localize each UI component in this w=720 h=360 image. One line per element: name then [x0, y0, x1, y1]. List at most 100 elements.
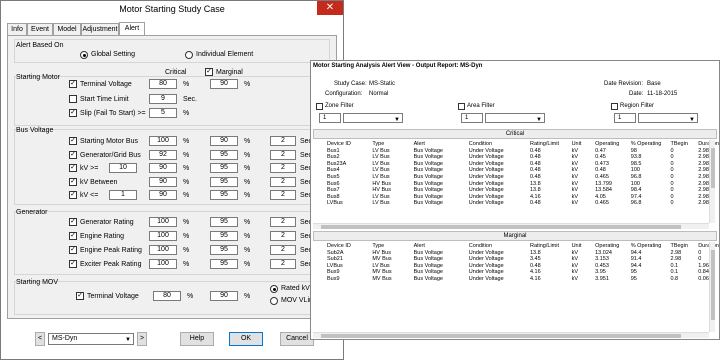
table-row[interactable]: Sub21 MV Bus Bus Voltage Under Voltage 3.45 k…	[327, 256, 719, 263]
bus-row-checkbox[interactable]: ✓	[69, 164, 77, 172]
region-filter-spinner[interactable]: 1	[614, 113, 636, 123]
mov-vlimit-radio[interactable]	[270, 297, 278, 305]
table-row[interactable]: Sub2A HV Bus Bus Voltage Under Voltage 13.8 k…	[327, 250, 719, 257]
table-row[interactable]: LVBus LV Bus Bus Voltage Under Voltage 0.48 k…	[327, 263, 719, 270]
generator-marginal-input[interactable]: 95	[210, 231, 238, 241]
table-row[interactable]: Bus6 HV Bus Bus Voltage Under Voltage 13.8 kV…	[327, 181, 719, 188]
area-filter-spinner[interactable]: 1	[461, 113, 483, 123]
slip-checkbox[interactable]: ✓	[69, 109, 77, 117]
tab-model[interactable]: Model	[53, 23, 81, 35]
column-header[interactable]: Type	[372, 243, 413, 250]
generator-critical-input[interactable]: 100	[149, 217, 177, 227]
table-row[interactable]: Bus8 LV Bus Bus Voltage Under Voltage 4.16 kV…	[327, 194, 719, 201]
tab-info[interactable]: Info	[7, 23, 27, 35]
column-header[interactable]: Condition	[469, 141, 530, 148]
terminal-voltage-checkbox[interactable]: ✓	[69, 80, 77, 88]
table-row[interactable]: Bus4 LV Bus Bus Voltage Under Voltage 0.48 kV…	[327, 167, 719, 174]
table-row[interactable]: LVBus LV Bus Bus Voltage Under Voltage 0.48 k…	[327, 200, 719, 207]
generator-marginal-input[interactable]: 95	[210, 259, 238, 269]
bus-sec-input[interactable]: 2	[270, 177, 296, 187]
prev-case-button[interactable]: <	[35, 332, 45, 346]
individual-element-radio[interactable]	[185, 51, 193, 59]
column-header[interactable]: Operating	[595, 243, 631, 250]
column-header[interactable]: Unit	[572, 141, 596, 148]
tab-alert[interactable]: Alert	[119, 22, 145, 35]
critical-vertical-scrollbar[interactable]	[709, 140, 715, 223]
generator-sec-input[interactable]: 2	[270, 231, 296, 241]
column-header[interactable]: Alert	[414, 243, 469, 250]
bus-sec-input[interactable]: 2	[270, 136, 296, 146]
generator-sec-input[interactable]: 2	[270, 259, 296, 269]
area-filter-checkbox[interactable]	[458, 103, 465, 110]
column-header[interactable]: Alert	[414, 141, 469, 148]
region-filter-checkbox[interactable]	[611, 103, 618, 110]
column-header[interactable]: TBegin	[670, 141, 698, 148]
bus-critical-input[interactable]: 92	[149, 150, 177, 160]
slip-input[interactable]: 5	[149, 108, 177, 118]
table-row[interactable]: Bus23A LV Bus Bus Voltage Under Voltage 0.48…	[327, 161, 719, 168]
bus-kv-input[interactable]: 1	[109, 190, 137, 200]
generator-row-checkbox[interactable]: ✓	[69, 232, 77, 240]
table-row[interactable]: Bus5 LV Bus Bus Voltage Under Voltage 0.48 kV…	[327, 174, 719, 181]
critical-horizontal-scrollbar[interactable]	[313, 223, 709, 229]
bus-sec-input[interactable]: 2	[270, 150, 296, 160]
tab-adjustment[interactable]: Adjustment	[81, 23, 119, 35]
column-header[interactable]: TBegin	[670, 243, 698, 250]
mov-critical-input[interactable]: 80	[153, 291, 181, 301]
table-row[interactable]: Bus9 MV Bus Bus Voltage Under Voltage 4.16 kV…	[327, 276, 719, 283]
column-header[interactable]: Device ID	[327, 243, 372, 250]
bus-marginal-input[interactable]: 95	[210, 150, 238, 160]
marginal-horizontal-scrollbar[interactable]	[313, 332, 709, 338]
generator-critical-input[interactable]: 100	[149, 245, 177, 255]
region-filter-select[interactable]: ▼	[638, 113, 698, 123]
terminal-voltage-critical-input[interactable]: 80	[149, 79, 177, 89]
column-header[interactable]: Rating/Limit	[530, 243, 572, 250]
bus-critical-input[interactable]: 90	[149, 190, 177, 200]
generator-marginal-input[interactable]: 95	[210, 245, 238, 255]
zone-filter-spinner[interactable]: 1	[319, 113, 341, 123]
bus-critical-input[interactable]: 90	[149, 177, 177, 187]
column-header[interactable]: Rating/Limit	[530, 141, 572, 148]
generator-critical-input[interactable]: 100	[149, 259, 177, 269]
table-row[interactable]: Bus1 LV Bus Bus Voltage Under Voltage 0.48 kV…	[327, 148, 719, 155]
table-row[interactable]: Bus9 MV Bus Bus Voltage Under Voltage 4.16 kV…	[327, 269, 719, 276]
start-time-limit-input[interactable]: 9	[149, 94, 177, 104]
generator-sec-input[interactable]: 2	[270, 217, 296, 227]
tab-event[interactable]: Event	[27, 23, 53, 35]
marginal-checkbox[interactable]: ✓	[205, 68, 213, 76]
bus-row-checkbox[interactable]: ✓	[69, 137, 77, 145]
generator-row-checkbox[interactable]: ✓	[69, 260, 77, 268]
generator-row-checkbox[interactable]: ✓	[69, 246, 77, 254]
table-row[interactable]: Bus7 HV Bus Bus Voltage Under Voltage 13.8 kV…	[327, 187, 719, 194]
bus-row-checkbox[interactable]: ✓	[69, 191, 77, 199]
bus-kv-input[interactable]: 10	[109, 163, 137, 173]
column-header[interactable]: % Operating	[631, 141, 671, 148]
mov-terminal-voltage-checkbox[interactable]: ✓	[76, 292, 84, 300]
cancel-button[interactable]: Cancel	[280, 332, 314, 346]
bus-critical-input[interactable]: 90	[149, 163, 177, 173]
column-header[interactable]: Condition	[469, 243, 530, 250]
rated-kv-radio[interactable]	[270, 285, 278, 293]
area-filter-select[interactable]: ▼	[485, 113, 545, 123]
study-case-select[interactable]: MS-Dyn ▼	[48, 333, 134, 345]
bus-row-checkbox[interactable]: ✓	[69, 178, 77, 186]
global-setting-radio[interactable]	[80, 51, 88, 59]
bus-marginal-input[interactable]: 95	[210, 177, 238, 187]
marginal-vertical-scrollbar[interactable]	[709, 242, 715, 332]
ok-button[interactable]: OK	[229, 332, 263, 346]
generator-critical-input[interactable]: 100	[149, 231, 177, 241]
terminal-voltage-marginal-input[interactable]: 90	[210, 79, 238, 89]
help-button[interactable]: Help	[180, 332, 214, 346]
column-header[interactable]: Operating	[595, 141, 631, 148]
zone-filter-checkbox[interactable]	[316, 103, 323, 110]
mov-marginal-input[interactable]: 90	[210, 291, 238, 301]
next-case-button[interactable]: >	[137, 332, 147, 346]
bus-sec-input[interactable]: 2	[270, 163, 296, 173]
zone-filter-select[interactable]: ▼	[343, 113, 403, 123]
start-time-limit-checkbox[interactable]	[69, 95, 77, 103]
bus-marginal-input[interactable]: 95	[210, 190, 238, 200]
bus-sec-input[interactable]: 2	[270, 190, 296, 200]
column-header[interactable]: Unit	[572, 243, 596, 250]
column-header[interactable]: Device ID	[327, 141, 372, 148]
generator-marginal-input[interactable]: 95	[210, 217, 238, 227]
